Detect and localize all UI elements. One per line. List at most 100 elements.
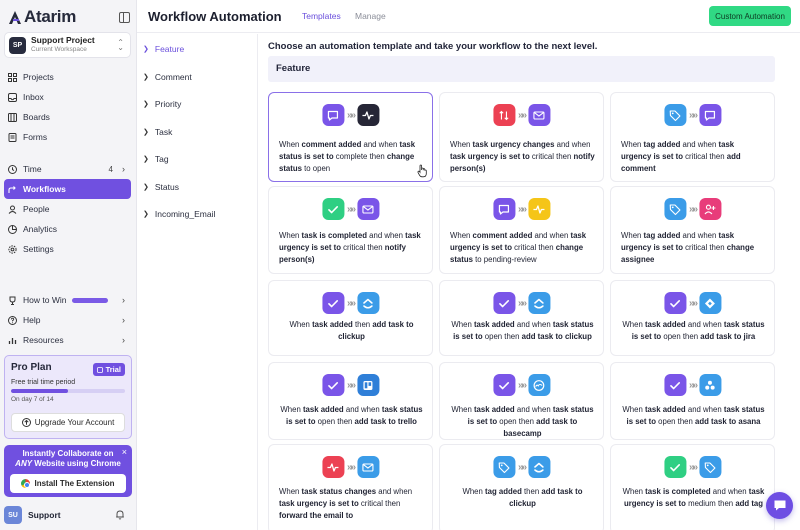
template-keyword: task urgency is set to — [279, 498, 359, 508]
template-card[interactable]: »» When task added and when task status i… — [610, 280, 775, 356]
sidebar-item-resources[interactable]: Resources › — [4, 330, 131, 350]
tab-manage[interactable]: Manage — [355, 11, 386, 21]
template-keyword: task added — [312, 320, 353, 329]
board-icon — [8, 112, 17, 122]
template-text: When — [451, 405, 474, 414]
template-card[interactable]: »» When tag added and when task urgency i… — [610, 92, 775, 182]
template-icons: »» — [321, 292, 380, 314]
sidebar-item-time[interactable]: Time 4 › — [4, 159, 131, 179]
chevron-right-icon: › — [122, 315, 125, 325]
trello-icon — [357, 374, 380, 396]
double-chevron-icon: »» — [688, 379, 698, 391]
mail-icon — [357, 456, 380, 478]
collapse-sidebar-icon[interactable] — [119, 11, 130, 23]
sidebar-item-how-to-win[interactable]: How to Win › — [4, 290, 131, 310]
tag-icon — [699, 456, 722, 478]
atarim-logo[interactable]: Atarim — [8, 7, 76, 27]
close-icon[interactable]: × — [122, 447, 127, 457]
sidebar-item-label: Workflows — [23, 184, 66, 194]
template-text: critical then — [682, 242, 727, 252]
analytics-icon — [8, 224, 17, 234]
template-card[interactable]: »» When tag added then add task to clicku… — [439, 444, 604, 530]
template-text: and when — [376, 487, 413, 496]
install-extension-label: Install The Extension — [34, 479, 115, 488]
template-text: and when — [680, 140, 719, 149]
page-title: Workflow Automation — [148, 9, 282, 24]
trial-day-text: On day 7 of 14 — [11, 396, 54, 403]
chat-button[interactable] — [766, 492, 793, 519]
template-card[interactable]: »» When task is completed and when task u… — [268, 186, 433, 274]
sidebar-item-label: Analytics — [23, 224, 58, 234]
chevron-right-icon: ❯ — [143, 101, 149, 108]
basecamp-icon — [528, 374, 551, 396]
template-text: When — [621, 231, 644, 240]
sidebar-item-projects[interactable]: Projects — [4, 67, 131, 87]
double-chevron-icon: »» — [517, 379, 527, 391]
template-keyword: task added — [644, 405, 686, 414]
template-text: When — [621, 140, 644, 149]
badge-icon — [97, 366, 104, 373]
sidebar-item-workflows[interactable]: Workflows — [4, 179, 131, 199]
tab-templates[interactable]: Templates — [302, 11, 341, 21]
category-priority[interactable]: ❯ Priority — [143, 99, 181, 109]
check-icon — [663, 456, 686, 478]
template-card[interactable]: »» When task added and when task status i… — [268, 362, 433, 440]
sidebar-item-people[interactable]: People — [4, 199, 131, 219]
template-card[interactable]: »» When task urgency changes and when tas… — [439, 92, 604, 182]
sidebar-item-analytics[interactable]: Analytics — [4, 219, 131, 239]
sidebar-item-inbox[interactable]: Inbox — [4, 87, 131, 107]
category-status[interactable]: ❯ Status — [143, 182, 179, 192]
category-tag[interactable]: ❯ Tag — [143, 154, 169, 164]
tag-icon — [663, 198, 686, 220]
category-feature[interactable]: ❯ Feature — [143, 44, 184, 54]
arrow-up-circle-icon — [21, 418, 31, 427]
bar-chart-icon — [8, 336, 17, 345]
template-description: When tag added and when task urgency is … — [621, 139, 766, 174]
template-card[interactable]: »» When task added and when task status i… — [610, 362, 775, 440]
template-icons: »» — [492, 292, 551, 314]
template-card[interactable]: »» When task added then add task to click… — [268, 280, 433, 356]
template-icons: »» — [663, 292, 722, 314]
sidebar-item-forms[interactable]: Forms — [4, 127, 131, 147]
template-text: When — [451, 320, 474, 329]
template-card[interactable]: »» When task is completed and when task u… — [610, 444, 775, 530]
sidebar-item-help[interactable]: Help › — [4, 310, 131, 330]
upgrade-account-button[interactable]: Upgrade Your Account — [11, 413, 125, 432]
help-icon — [8, 315, 17, 325]
category-comment[interactable]: ❯ Comment — [143, 72, 192, 82]
chevron-right-icon: › — [122, 335, 125, 345]
template-card[interactable]: »» When task added and when task status i… — [439, 362, 604, 440]
clickup-icon — [357, 292, 380, 314]
trial-progress-fill — [11, 389, 68, 393]
template-card[interactable]: »» When comment added and when task statu… — [268, 92, 433, 182]
template-card[interactable]: »» When task added and when task status i… — [439, 280, 604, 356]
support-row[interactable]: SU Support — [4, 505, 131, 525]
category-label: Priority — [154, 99, 182, 109]
template-text: When — [450, 140, 473, 149]
template-keyword: add task to asana — [695, 416, 761, 426]
custom-automation-button[interactable]: Custom Automation — [709, 6, 791, 26]
template-description: When task urgency changes and when task … — [450, 139, 595, 174]
workspace-switcher[interactable]: SP Support Project Current Workspace ⌃ ⌄ — [4, 32, 131, 58]
template-icons: »» — [321, 198, 380, 220]
category-incoming-email[interactable]: ❯ Incoming_Email — [143, 209, 215, 219]
sidebar-item-label: Forms — [23, 132, 48, 142]
template-card[interactable]: »» When comment added and when task urgen… — [439, 186, 604, 274]
sidebar-item-boards[interactable]: Boards — [4, 107, 131, 127]
template-card[interactable]: »» When task status changes and when task… — [268, 444, 433, 530]
template-description: When task added then add task to clickup — [279, 319, 424, 343]
sidebar-item-label: Resources — [23, 335, 64, 345]
template-text: to pending-review — [472, 254, 537, 264]
template-keyword: task status changes — [301, 487, 377, 496]
sidebar-item-settings[interactable]: Settings — [4, 239, 131, 259]
check-icon — [492, 374, 515, 396]
template-description: When tag added then add task to clickup — [450, 486, 595, 510]
bell-icon[interactable] — [115, 509, 125, 520]
clock-icon — [8, 164, 17, 174]
install-extension-button[interactable]: Install The Extension — [10, 474, 126, 493]
category-task[interactable]: ❯ Task — [143, 127, 172, 137]
chevron-right-icon: ❯ — [143, 211, 149, 218]
template-card[interactable]: »» When tag added and when task urgency i… — [610, 186, 775, 274]
promo-line-2-rest: Website using Chrome — [32, 459, 121, 468]
template-text: When — [289, 320, 313, 329]
